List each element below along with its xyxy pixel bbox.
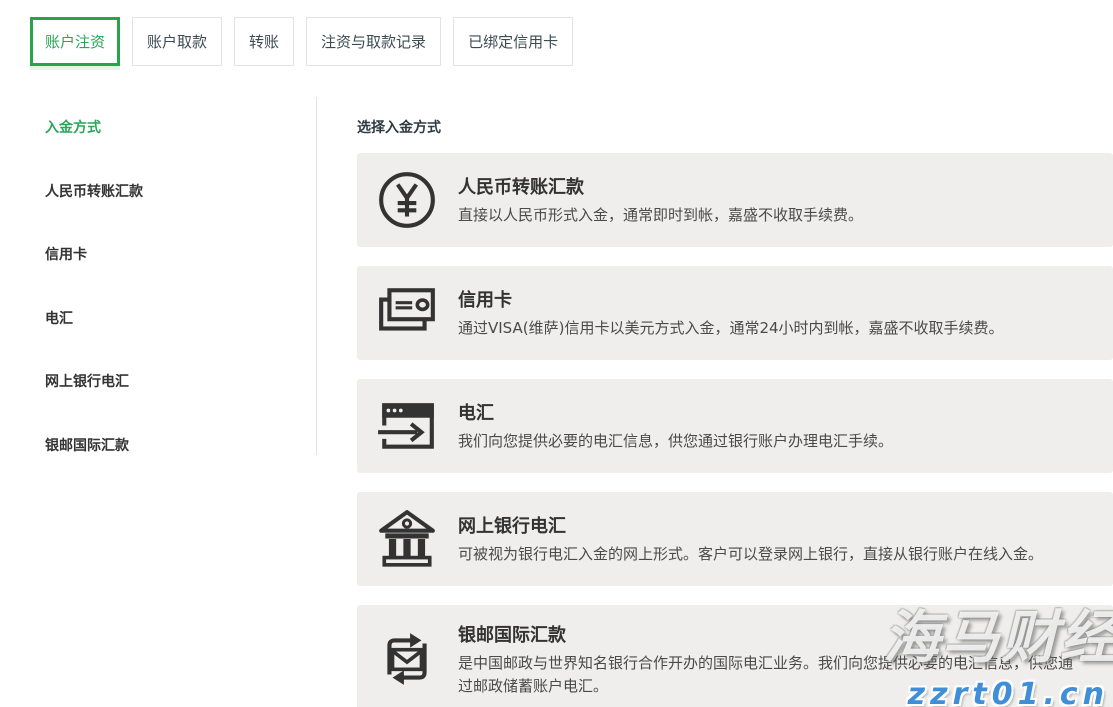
content-area: 入金方式 人民币转账汇款 信用卡 电汇 网上银行电汇 银邮国际汇款 选择入金方式… <box>0 97 1113 707</box>
funding-tabbar: 账户注资 账户取款 转账 注资与取款记录 已绑定信用卡 <box>0 0 1113 66</box>
yen-circle-icon <box>376 169 438 231</box>
sidebar-item-credit-card[interactable]: 信用卡 <box>45 244 316 308</box>
method-title: 银邮国际汇款 <box>458 621 1083 647</box>
method-description: 通过VISA(维萨)信用卡以美元方式入金，通常24小时内到帐，嘉盛不收取手续费。 <box>458 317 1004 340</box>
method-description: 我们向您提供必要的电汇信息，供您通过银行账户办理电汇手续。 <box>458 430 893 453</box>
method-card-text: 银邮国际汇款 是中国邮政与世界知名银行合作开办的国际电汇业务。我们向您提供必要的… <box>458 621 1083 697</box>
method-card-wire-transfer[interactable]: 电汇 我们向您提供必要的电汇信息，供您通过银行账户办理电汇手续。 <box>357 379 1113 473</box>
method-description: 是中国邮政与世界知名银行合作开办的国际电汇业务。我们向您提供必要的电汇信息，供您… <box>458 652 1083 697</box>
method-card-text: 信用卡 通过VISA(维萨)信用卡以美元方式入金，通常24小时内到帐，嘉盛不收取… <box>458 286 1004 340</box>
method-description: 直接以人民币形式入金，通常即时到帐，嘉盛不收取手续费。 <box>458 204 863 227</box>
bank-icon <box>376 508 438 570</box>
method-card-text: 网上银行电汇 可被视为银行电汇入金的网上形式。客户可以登录网上银行，直接从银行账… <box>458 512 1043 566</box>
sidebar-item-bank-post-remittance[interactable]: 银邮国际汇款 <box>45 435 316 499</box>
tab-deposit-withdrawal-records[interactable]: 注资与取款记录 <box>306 17 441 66</box>
tab-account-withdrawal[interactable]: 账户取款 <box>132 17 222 66</box>
browser-arrow-icon <box>376 395 438 457</box>
page-title: 选择入金方式 <box>357 117 1113 137</box>
method-title: 网上银行电汇 <box>458 512 1043 538</box>
method-title: 人民币转账汇款 <box>458 173 863 199</box>
method-card-bank-post-remittance[interactable]: 银邮国际汇款 是中国邮政与世界知名银行合作开办的国际电汇业务。我们向您提供必要的… <box>357 605 1113 707</box>
method-card-text: 人民币转账汇款 直接以人民币形式入金，通常即时到帐，嘉盛不收取手续费。 <box>458 173 863 227</box>
method-title: 信用卡 <box>458 286 1004 312</box>
method-card-rmb-transfer[interactable]: 人民币转账汇款 直接以人民币形式入金，通常即时到帐，嘉盛不收取手续费。 <box>357 153 1113 247</box>
method-card-online-banking-wire[interactable]: 网上银行电汇 可被视为银行电汇入金的网上形式。客户可以登录网上银行，直接从银行账… <box>357 492 1113 586</box>
method-card-credit-card[interactable]: 信用卡 通过VISA(维萨)信用卡以美元方式入金，通常24小时内到帐，嘉盛不收取… <box>357 266 1113 360</box>
credit-card-icon <box>376 282 438 344</box>
tab-linked-credit-cards[interactable]: 已绑定信用卡 <box>453 17 573 66</box>
method-card-text: 电汇 我们向您提供必要的电汇信息，供您通过银行账户办理电汇手续。 <box>458 399 893 453</box>
tab-transfer[interactable]: 转账 <box>234 17 294 66</box>
sidebar-item-deposit-methods[interactable]: 入金方式 <box>45 117 316 181</box>
tab-account-deposit[interactable]: 账户注资 <box>30 17 120 66</box>
mail-sync-icon <box>376 628 438 690</box>
sidebar-item-rmb-transfer[interactable]: 人民币转账汇款 <box>45 181 316 245</box>
method-title: 电汇 <box>458 399 893 425</box>
deposit-methods-sidebar: 入金方式 人民币转账汇款 信用卡 电汇 网上银行电汇 银邮国际汇款 <box>0 97 316 707</box>
sidebar-item-wire-transfer[interactable]: 电汇 <box>45 308 316 372</box>
sidebar-item-online-banking-wire[interactable]: 网上银行电汇 <box>45 371 316 435</box>
main-panel: 选择入金方式 人民币转账汇款 直接以人民币形式入金，通常即时到帐，嘉盛不收取手续… <box>317 97 1113 707</box>
method-description: 可被视为银行电汇入金的网上形式。客户可以登录网上银行，直接从银行账户在线入金。 <box>458 543 1043 566</box>
